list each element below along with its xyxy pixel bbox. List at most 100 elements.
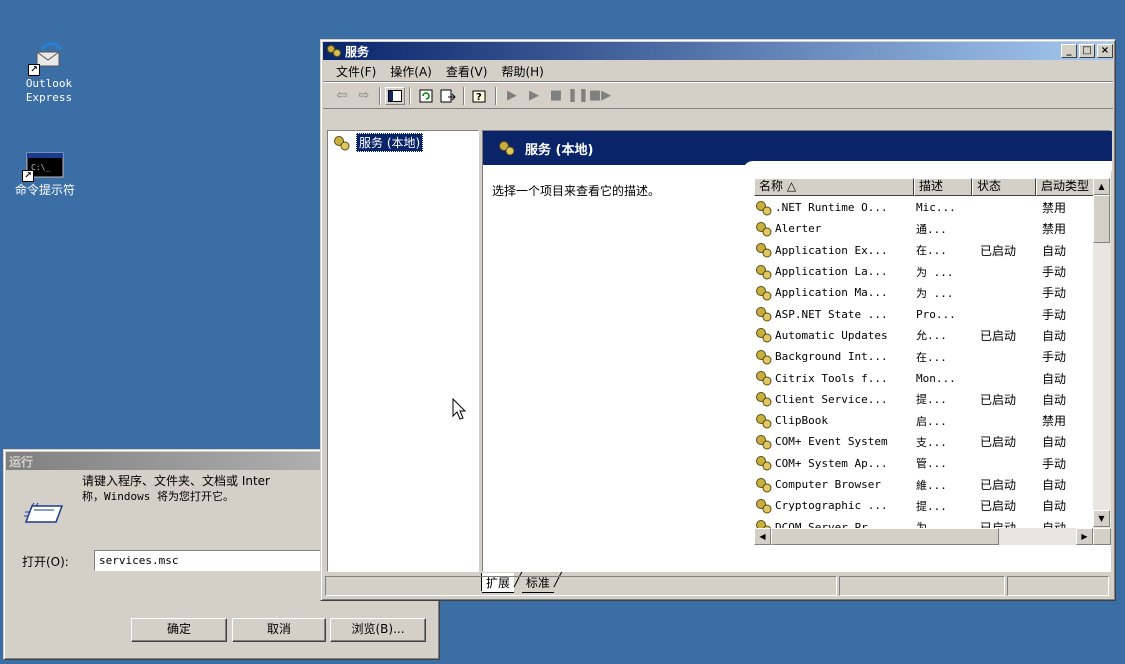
restart-service-icon[interactable]: ■▶: [589, 86, 611, 106]
service-name-cell: Application Ex...: [754, 242, 912, 258]
service-name: Client Service...: [775, 392, 888, 406]
forward-arrow-icon[interactable]: ⇨: [353, 86, 375, 106]
service-description: 为 ...: [916, 286, 954, 300]
tree-item-services-local[interactable]: 服务 (本地): [332, 133, 424, 152]
service-name: Computer Browser: [775, 478, 881, 491]
menu-action[interactable]: 操作(A): [383, 63, 439, 80]
export-list-icon[interactable]: [437, 86, 459, 106]
service-name-cell: Background Int...: [754, 349, 912, 365]
service-description: 管...: [916, 457, 947, 471]
back-arrow-icon[interactable]: ⇦: [331, 86, 353, 106]
service-status: 已启动: [980, 392, 1017, 407]
table-row[interactable]: Application Ex... 在... 已启动 自动: [754, 240, 1088, 261]
refresh-icon[interactable]: [415, 86, 437, 106]
gears-icon: [756, 328, 772, 343]
scroll-up-button[interactable]: ▲: [1093, 178, 1110, 195]
service-description: 启...: [916, 414, 947, 428]
vertical-scrollbar[interactable]: ▲ ▼: [1093, 178, 1111, 528]
service-name-cell: ClipBook: [754, 413, 912, 429]
table-row[interactable]: COM+ System Ap... 管... 手动: [754, 453, 1088, 474]
column-header-status[interactable]: 状态: [972, 178, 1036, 196]
svg-text:?: ?: [476, 92, 482, 103]
stop-service-icon[interactable]: ■: [545, 86, 567, 106]
service-name: Automatic Updates: [775, 328, 888, 342]
service-status: 已启动: [980, 243, 1017, 258]
gears-icon: [756, 307, 772, 322]
gears-icon: [334, 135, 350, 150]
table-row[interactable]: Cryptographic ... 提... 已启动 自动: [754, 495, 1088, 516]
service-description: 允...: [916, 329, 947, 343]
tree-item-label: 服务 (本地): [356, 133, 424, 152]
desktop-icon-command-prompt[interactable]: C:\_ ↗ 命令提示符: [0, 152, 90, 197]
column-header-name[interactable]: 名称 △: [754, 178, 914, 196]
table-row[interactable]: COM+ Event System 支... 已启动 自动: [754, 431, 1088, 452]
gears-icon: [756, 371, 772, 386]
gears-icon: [756, 264, 772, 280]
horizontal-scrollbar[interactable]: ◀ ▶: [754, 528, 1093, 545]
column-header-startup-type[interactable]: 启动类型: [1036, 178, 1094, 196]
pause-service-icon[interactable]: ❚❚: [567, 86, 589, 106]
service-description: 提...: [916, 393, 947, 407]
services-list: 名称 △ 描述 状态 启动类型 .NET Runtime O... Mic... 禁…: [754, 178, 1112, 546]
close-button[interactable]: ×: [1097, 44, 1113, 58]
table-row[interactable]: .NET Runtime O... Mic... 禁用: [754, 197, 1088, 218]
service-startup-type: 自动: [1042, 435, 1067, 450]
service-startup-type: 禁用: [1042, 201, 1067, 216]
gears-icon: [756, 285, 772, 301]
service-startup-type: 自动: [1042, 499, 1067, 514]
scroll-down-button[interactable]: ▼: [1093, 510, 1110, 527]
start-service-alt-icon[interactable]: ▶: [523, 86, 545, 106]
gears-icon: [756, 200, 772, 216]
console-panes: 服务 (本地) 服务 (本地) 选择一个项目来查看它的描述。 名称 △ 描述 状…: [325, 130, 1112, 593]
browse-button[interactable]: 浏览(B)...: [330, 618, 426, 642]
service-name: Alerter: [775, 222, 822, 236]
menu-help[interactable]: 帮助(H): [494, 63, 550, 80]
table-row[interactable]: Application La... 为 ... 手动: [754, 261, 1088, 282]
hscroll-thumb[interactable]: [771, 528, 999, 545]
table-row[interactable]: Computer Browser 維... 已启动 自动: [754, 474, 1088, 495]
table-row[interactable]: Citrix Tools f... Mon... 自动: [754, 367, 1088, 388]
menu-bar: 文件(F) 操作(A) 查看(V) 帮助(H): [323, 62, 1113, 82]
table-row[interactable]: Application Ma... 为 ... 手动: [754, 282, 1088, 303]
table-row[interactable]: ASP.NET State ... Pro... 手动: [754, 303, 1088, 324]
scroll-left-button[interactable]: ◀: [754, 528, 771, 545]
service-name-cell: .NET Runtime O...: [754, 200, 912, 216]
cancel-button[interactable]: 取消: [232, 618, 326, 642]
table-row[interactable]: Background Int... 在... 手动: [754, 346, 1088, 367]
service-startup-type: 手动: [1042, 456, 1067, 471]
table-row[interactable]: Client Service... 提... 已启动 自动: [754, 389, 1088, 410]
ok-button[interactable]: 确定: [131, 618, 227, 642]
gears-icon: [327, 45, 341, 57]
show-hide-tree-icon[interactable]: [385, 86, 405, 105]
gears-icon: [756, 392, 772, 407]
service-name: COM+ System Ap...: [775, 456, 888, 470]
service-startup-type: 禁用: [1042, 414, 1067, 429]
scroll-thumb[interactable]: [1093, 195, 1110, 243]
start-service-icon[interactable]: ▶: [501, 86, 523, 106]
gears-icon: [756, 221, 772, 237]
table-row[interactable]: Alerter 通... 禁用: [754, 218, 1088, 239]
scroll-right-button[interactable]: ▶: [1076, 528, 1093, 545]
gears-icon: [756, 477, 772, 492]
service-description: 在...: [916, 244, 947, 258]
minimize-button[interactable]: _: [1061, 44, 1077, 58]
list-header: 名称 △ 描述 状态 启动类型: [754, 178, 1094, 196]
menu-view[interactable]: 查看(V): [439, 63, 495, 80]
desktop-icon-outlook-express[interactable]: ↗ Outlook Express: [4, 40, 94, 105]
open-label: 打开(O):: [22, 555, 69, 569]
service-startup-type: 自动: [1042, 392, 1067, 407]
details-pane: 服务 (本地) 选择一个项目来查看它的描述。 名称 △ 描述 状态 启动类型 .…: [482, 130, 1112, 572]
service-description: Mon...: [916, 371, 956, 385]
help-icon[interactable]: ?: [469, 86, 491, 106]
mouse-cursor-icon: [452, 398, 467, 420]
service-description: 为 ...: [916, 265, 954, 279]
column-header-description[interactable]: 描述: [914, 178, 972, 196]
table-row[interactable]: ClipBook 启... 禁用: [754, 410, 1088, 431]
table-row[interactable]: Automatic Updates 允... 已启动 自动: [754, 325, 1088, 346]
service-startup-type: 手动: [1042, 286, 1067, 301]
menu-file[interactable]: 文件(F): [329, 63, 383, 80]
outlook-express-icon: ↗: [28, 40, 66, 76]
service-name-cell: COM+ System Ap...: [754, 455, 912, 471]
services-title-bar[interactable]: 服务 _ □ ×: [323, 42, 1113, 60]
maximize-button[interactable]: □: [1079, 44, 1095, 58]
